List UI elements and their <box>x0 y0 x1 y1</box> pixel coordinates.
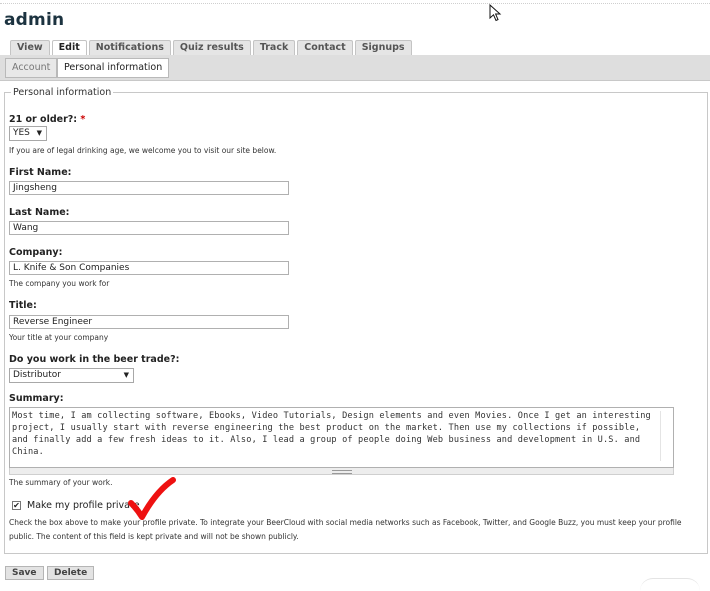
age-description: If you are of legal drinking age, we wel… <box>9 146 277 155</box>
secondary-tabs-bar: Account Personal information <box>0 55 710 81</box>
first-name-label: First Name: <box>9 167 72 178</box>
summary-textarea[interactable]: Most time, I am collecting software, Ebo… <box>9 407 674 468</box>
tab-view[interactable]: View <box>10 40 50 55</box>
mouse-pointer-icon <box>489 4 502 22</box>
summary-description: The summary of your work. <box>9 478 113 487</box>
beer-trade-select[interactable]: Distributor ▼ <box>9 368 134 383</box>
age-select[interactable]: YES ▼ <box>9 126 47 141</box>
title-label: Title: <box>9 300 37 311</box>
subtab-account[interactable]: Account <box>5 58 58 78</box>
last-name-label: Last Name: <box>9 207 70 218</box>
top-divider <box>0 3 710 4</box>
subtab-personal-information[interactable]: Personal information <box>57 58 170 78</box>
company-field[interactable]: L. Knife & Son Companies <box>9 261 289 275</box>
tab-quiz-results[interactable]: Quiz results <box>172 40 251 55</box>
private-profile-description: Check the box above to make your profile… <box>9 518 682 541</box>
summary-text: Most time, I am collecting software, Ebo… <box>12 411 651 457</box>
tab-contact[interactable]: Contact <box>297 40 353 55</box>
primary-tabs: View Edit Notifications Quiz results Tra… <box>10 40 412 55</box>
age-label: 21 or older?: * <box>9 114 86 125</box>
beer-trade-label: Do you work in the beer trade?: <box>9 354 180 365</box>
private-profile-label: Make my profile private <box>27 500 140 511</box>
tab-edit[interactable]: Edit <box>51 40 87 55</box>
tab-track[interactable]: Track <box>252 40 296 55</box>
tab-signups[interactable]: Signups <box>354 40 412 55</box>
beer-trade-select-value: Distributor <box>13 370 62 380</box>
fieldset-legend: Personal information <box>11 87 114 99</box>
tab-notifications[interactable]: Notifications <box>88 40 171 55</box>
age-select-value: YES <box>13 128 30 138</box>
private-profile-checkbox[interactable]: ✔ <box>12 501 21 510</box>
caret-down-icon: ▼ <box>36 129 42 137</box>
required-marker: * <box>80 114 86 125</box>
first-name-field[interactable]: Jingsheng <box>9 181 289 195</box>
last-name-field[interactable]: Wang <box>9 221 289 235</box>
caret-down-icon: ▼ <box>123 371 129 379</box>
title-description: Your title at your company <box>9 333 109 342</box>
page-title: admin <box>4 10 65 30</box>
delete-button[interactable]: Delete <box>47 566 95 580</box>
company-description: The company you work for <box>9 279 110 288</box>
grip-icon <box>332 470 352 474</box>
company-label: Company: <box>9 247 63 258</box>
textarea-resize-handle[interactable] <box>9 468 674 475</box>
textarea-scrollbar[interactable] <box>660 411 671 461</box>
title-field[interactable]: Reverse Engineer <box>9 315 289 329</box>
save-button[interactable]: Save <box>5 566 44 580</box>
summary-label: Summary: <box>9 393 64 404</box>
